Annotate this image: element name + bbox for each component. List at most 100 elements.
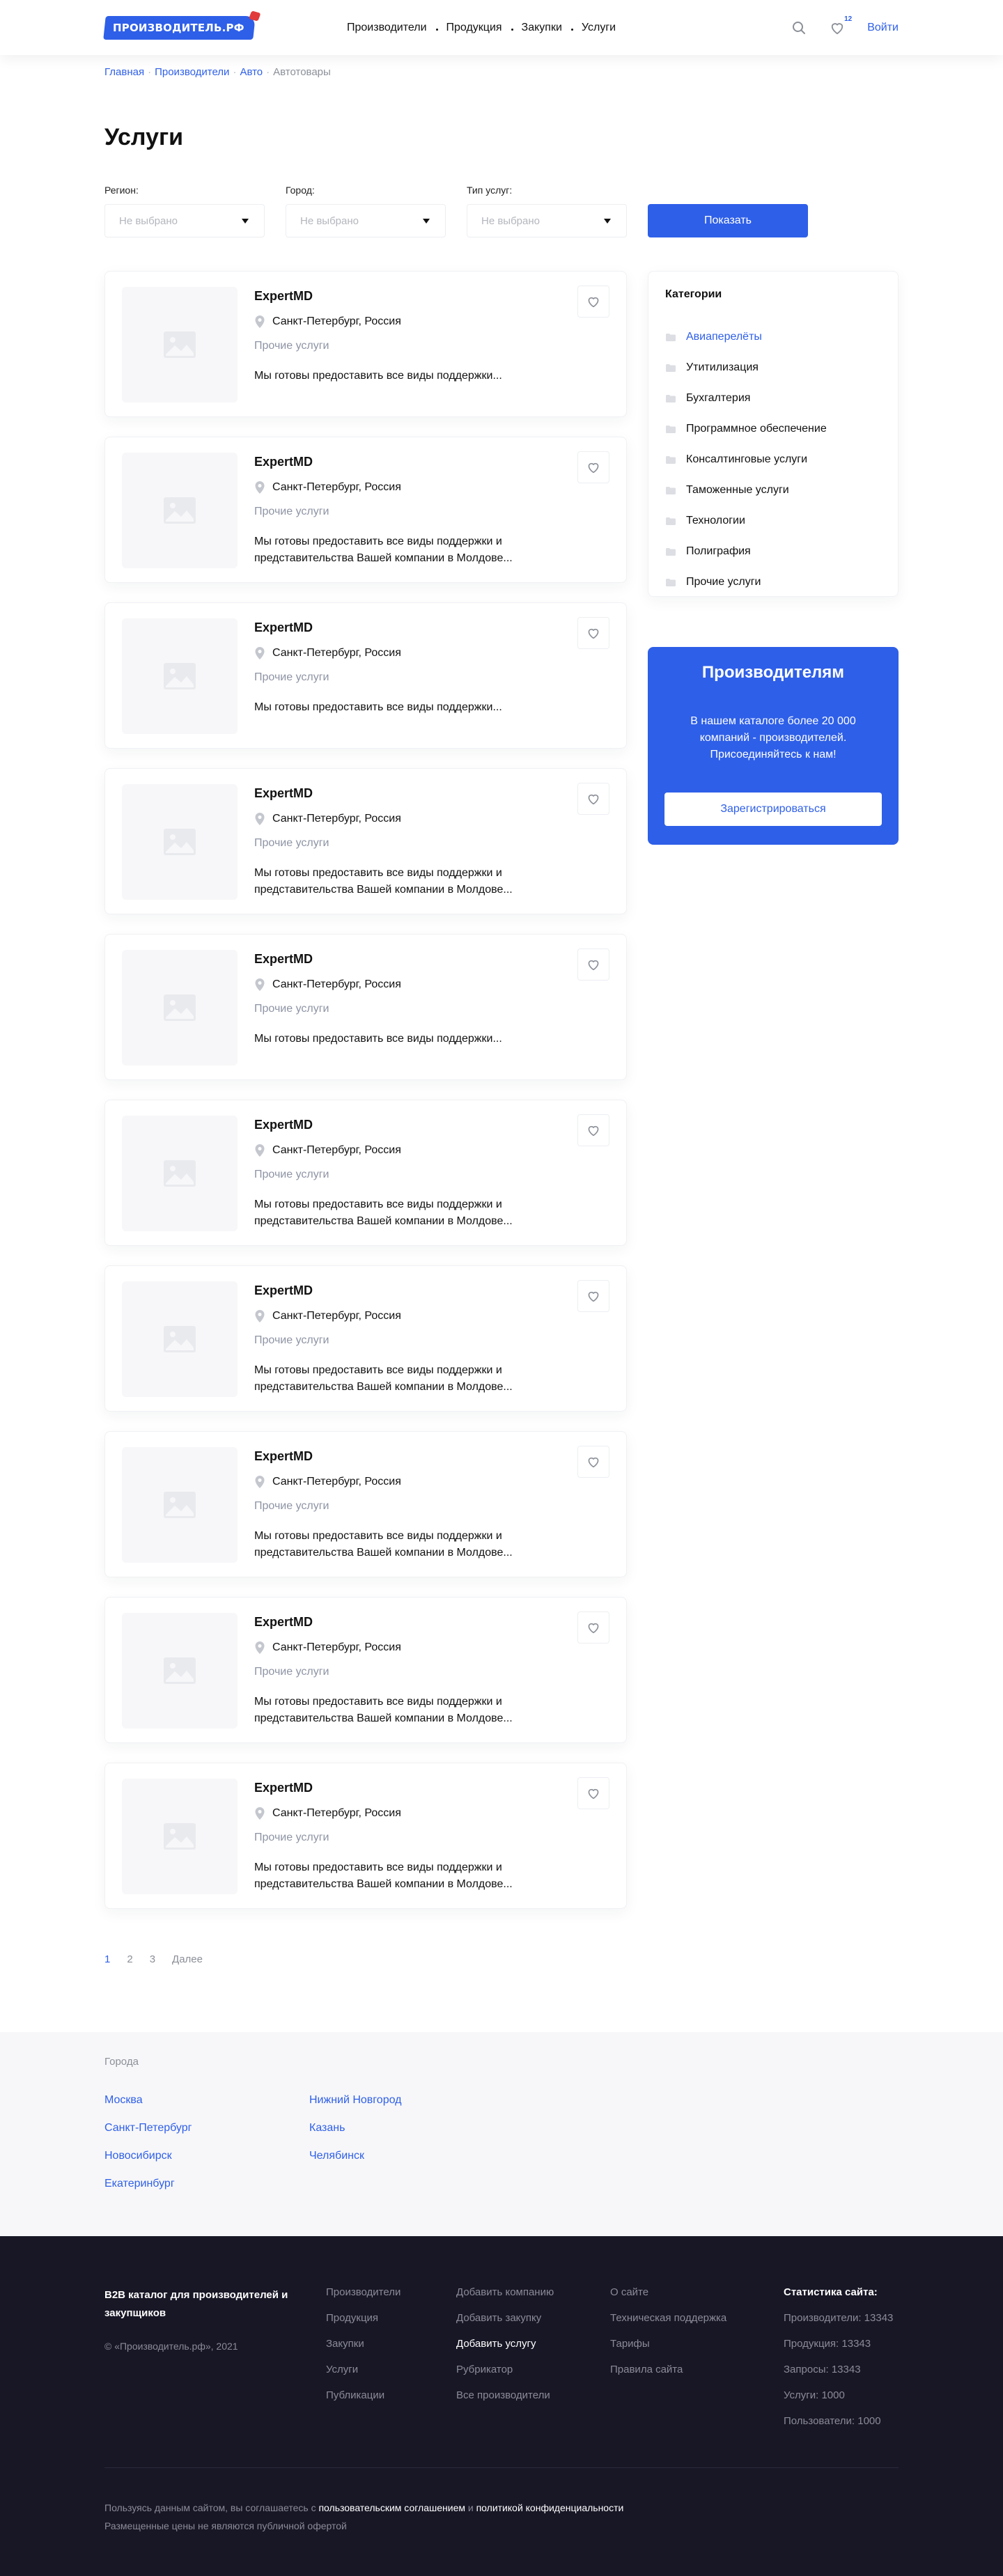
register-button[interactable]: Зарегистрироваться [664, 793, 882, 826]
breadcrumb-auto[interactable]: Авто [240, 66, 263, 78]
nav-services[interactable]: Услуги [582, 22, 616, 34]
search-icon[interactable] [791, 19, 807, 36]
card-title[interactable]: ExpertMD [254, 1118, 561, 1132]
city-select[interactable]: Не выбрано [286, 204, 446, 237]
add-to-favorites-button[interactable] [577, 286, 609, 318]
footer-link[interactable]: Публикации [326, 2389, 456, 2401]
service-card[interactable]: ExpertMD Санкт-Петербург, Россия Прочие ус… [104, 437, 627, 583]
service-card[interactable]: ExpertMD Санкт-Петербург, Россия Прочие ус… [104, 768, 627, 914]
category-item[interactable]: Полиграфия [665, 536, 881, 567]
location-pin-icon [254, 978, 265, 992]
category-item[interactable]: Бухгалтерия [665, 383, 881, 414]
card-category[interactable]: Прочие услуги [254, 671, 561, 684]
footer-link[interactable]: Закупки [326, 2338, 456, 2350]
add-to-favorites-button[interactable] [577, 1611, 609, 1644]
card-category[interactable]: Прочие услуги [254, 1832, 561, 1844]
city-link[interactable]: Челябинск [309, 2150, 514, 2162]
footer-link[interactable]: Все производители [456, 2389, 610, 2401]
card-title[interactable]: ExpertMD [254, 952, 561, 967]
card-title[interactable]: ExpertMD [254, 289, 561, 304]
card-category[interactable]: Прочие услуги [254, 1666, 561, 1678]
city-link[interactable]: Екатеринбург [104, 2178, 309, 2190]
add-to-favorites-button[interactable] [577, 1446, 609, 1478]
card-category[interactable]: Прочие услуги [254, 1169, 561, 1181]
footer-link[interactable]: Продукция [326, 2312, 456, 2324]
card-category[interactable]: Прочие услуги [254, 506, 561, 518]
card-title[interactable]: ExpertMD [254, 1283, 561, 1298]
add-to-favorites-button[interactable] [577, 1777, 609, 1809]
service-card[interactable]: ExpertMD Санкт-Петербург, Россия Прочие ус… [104, 1763, 627, 1909]
category-item[interactable]: Таможенные услуги [665, 475, 881, 506]
service-card[interactable]: ExpertMD Санкт-Петербург, Россия Прочие ус… [104, 1431, 627, 1577]
category-item[interactable]: Консалтинговые услуги [665, 444, 881, 475]
card-category[interactable]: Прочие услуги [254, 1334, 561, 1347]
add-to-favorites-button[interactable] [577, 451, 609, 483]
card-title[interactable]: ExpertMD [254, 786, 561, 801]
privacy-policy-link[interactable]: политикой конфиденциальности [476, 2502, 624, 2513]
add-to-favorites-button[interactable] [577, 1280, 609, 1312]
card-location: Санкт-Петербург, Россия [272, 813, 401, 825]
footer-link[interactable]: О сайте [610, 2286, 784, 2298]
breadcrumb-producers[interactable]: Производители [155, 66, 229, 78]
show-button[interactable]: Показать [648, 204, 808, 237]
nav-purchases[interactable]: Закупки [522, 22, 574, 34]
category-label: Технологии [686, 515, 745, 526]
add-to-favorites-button[interactable] [577, 1114, 609, 1146]
add-to-favorites-button[interactable] [577, 617, 609, 649]
page-next[interactable]: Далее [172, 1953, 203, 1965]
footer-link[interactable]: Добавить закупку [456, 2312, 610, 2324]
page-1[interactable]: 1 [104, 1953, 110, 1965]
footer-link[interactable]: Добавить услугу [456, 2338, 610, 2350]
service-card[interactable]: ExpertMD Санкт-Петербург, Россия Прочие ус… [104, 602, 627, 749]
breadcrumb-home[interactable]: Главная [104, 66, 144, 78]
card-title[interactable]: ExpertMD [254, 1615, 561, 1630]
category-label: Бухгалтерия [686, 392, 751, 404]
card-title[interactable]: ExpertMD [254, 1449, 561, 1464]
card-category[interactable]: Прочие услуги [254, 1500, 561, 1513]
city-link[interactable]: Новосибирск [104, 2150, 309, 2162]
nav-producers[interactable]: Производители [347, 22, 437, 34]
service-card[interactable]: ExpertMD Санкт-Петербург, Россия Прочие ус… [104, 1100, 627, 1246]
city-link[interactable]: Санкт-Петербург [104, 2122, 309, 2134]
region-select[interactable]: Не выбрано [104, 204, 265, 237]
add-to-favorites-button[interactable] [577, 949, 609, 981]
footer-link[interactable]: Услуги [326, 2364, 456, 2375]
category-item[interactable]: Авиаперелёты [665, 322, 881, 352]
nav-products[interactable]: Продукция [446, 22, 513, 34]
card-description: Мы готовы предоставить все виды поддержк… [254, 536, 513, 564]
heart-icon [588, 1457, 599, 1468]
footer-link[interactable]: Тарифы [610, 2338, 784, 2350]
card-category[interactable]: Прочие услуги [254, 340, 561, 352]
card-category[interactable]: Прочие услуги [254, 1003, 561, 1015]
favorites-button[interactable]: 12 [828, 15, 852, 36]
page-3[interactable]: 3 [150, 1953, 155, 1965]
category-item[interactable]: Технологии [665, 506, 881, 536]
card-title[interactable]: ExpertMD [254, 620, 561, 635]
user-agreement-link[interactable]: пользовательским соглашением [318, 2502, 465, 2513]
service-card[interactable]: ExpertMD Санкт-Петербург, Россия Прочие ус… [104, 1597, 627, 1743]
page-2[interactable]: 2 [127, 1953, 132, 1965]
footer-link[interactable]: Техническая поддержка [610, 2312, 784, 2324]
service-card[interactable]: ExpertMD Санкт-Петербург, Россия Прочие ус… [104, 1265, 627, 1412]
image-placeholder-icon [122, 1447, 238, 1563]
service-card[interactable]: ExpertMD Санкт-Петербург, Россия Прочие ус… [104, 934, 627, 1080]
card-description: Мы готовы предоставить все виды поддержк… [254, 370, 502, 382]
city-link[interactable]: Москва [104, 2094, 309, 2107]
footer-link[interactable]: Рубрикатор [456, 2364, 610, 2375]
card-title[interactable]: ExpertMD [254, 1781, 561, 1795]
service-type-select[interactable]: Не выбрано [467, 204, 627, 237]
category-item[interactable]: Утитилизация [665, 352, 881, 383]
city-link[interactable]: Казань [309, 2122, 514, 2134]
card-title[interactable]: ExpertMD [254, 455, 561, 469]
login-link[interactable]: Войти [867, 22, 899, 34]
footer-link[interactable]: Добавить компанию [456, 2286, 610, 2298]
category-item[interactable]: Программное обеспечение [665, 414, 881, 444]
service-card[interactable]: ExpertMD Санкт-Петербург, Россия Прочие ус… [104, 271, 627, 417]
city-link[interactable]: Нижний Новгород [309, 2094, 514, 2107]
footer-link[interactable]: Производители [326, 2286, 456, 2298]
footer-link[interactable]: Правила сайта [610, 2364, 784, 2375]
site-logo[interactable]: ПРОИЗВОДИТЕЛЬ.РФ [103, 10, 261, 41]
category-item[interactable]: Прочие услуги [665, 567, 881, 598]
add-to-favorites-button[interactable] [577, 783, 609, 815]
card-category[interactable]: Прочие услуги [254, 837, 561, 850]
